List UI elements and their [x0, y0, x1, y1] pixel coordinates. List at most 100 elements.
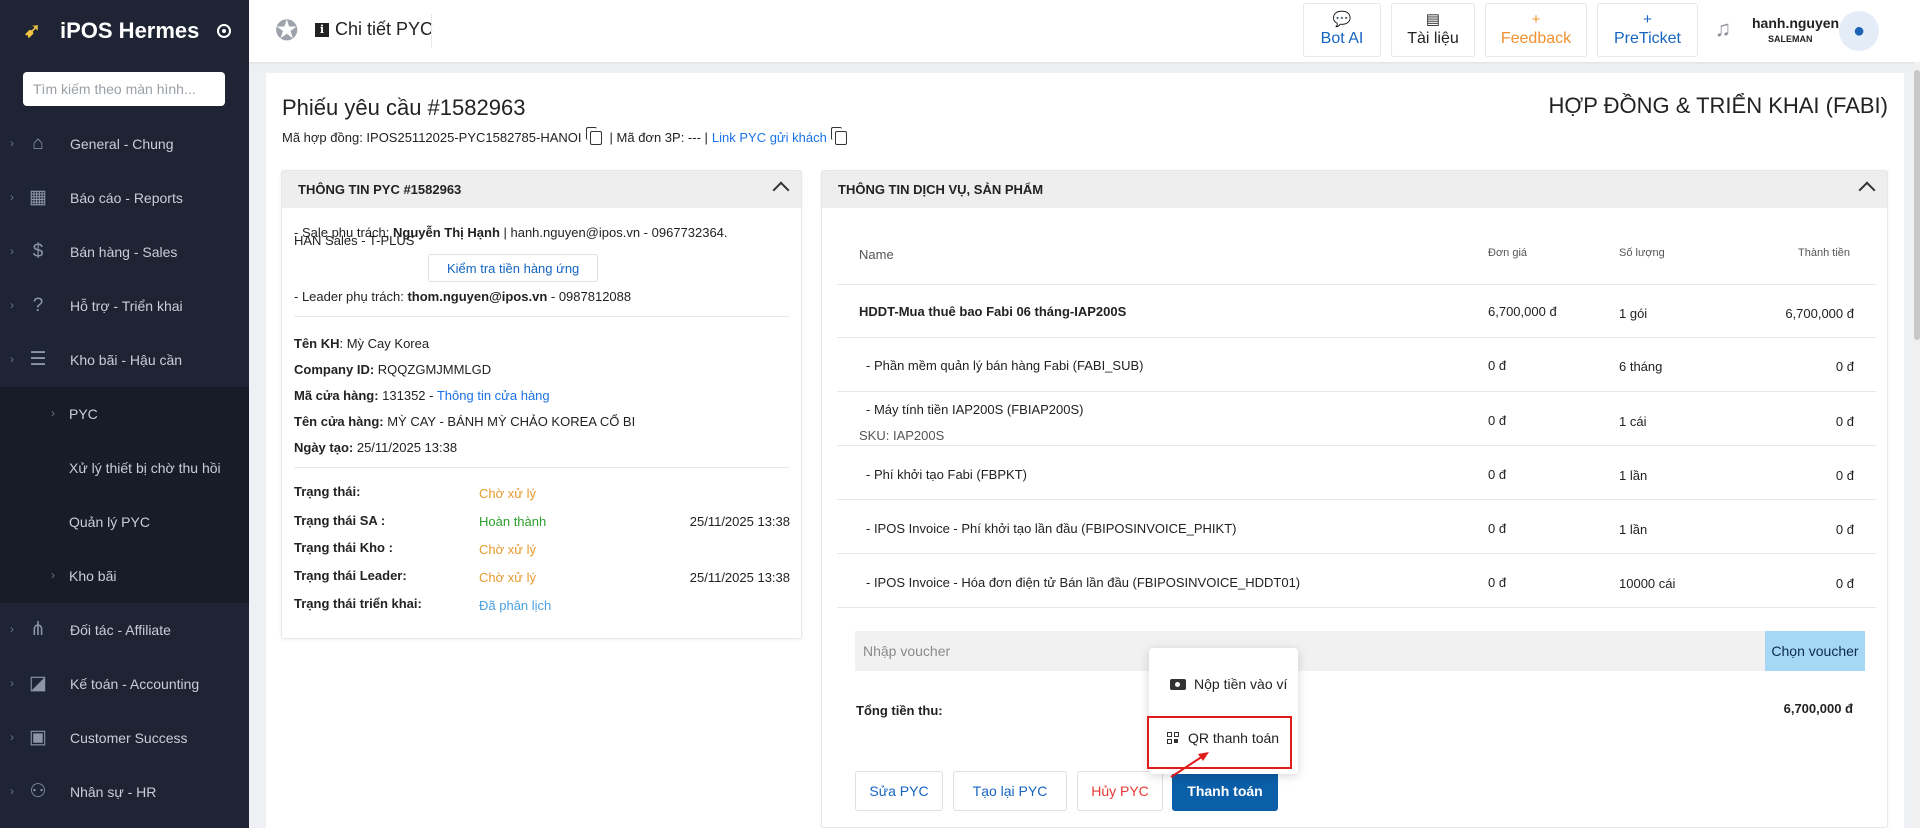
scrollbar[interactable]: [1914, 62, 1920, 828]
plus-icon: +: [1531, 11, 1541, 28]
sidebar-subitem-label: Kho bãi: [69, 568, 117, 584]
menu-item-wallet[interactable]: Nộp tiền vào ví: [1170, 676, 1287, 692]
preticket-button[interactable]: + PreTicket: [1597, 3, 1698, 57]
check-advance-button[interactable]: Kiểm tra tiền hàng ứng: [428, 254, 599, 282]
sidebar-item-sales[interactable]: › $ Bán hàng - Sales: [0, 225, 249, 279]
item-total: 0 đ: [1835, 576, 1854, 591]
item-total: 0 đ: [1835, 359, 1854, 374]
button-label: Chọn voucher: [1771, 643, 1859, 659]
chevron-up-icon[interactable]: [1858, 181, 1876, 199]
chevron-right-icon: ›: [10, 244, 14, 258]
accounting-icon: ◪: [29, 673, 47, 694]
recreate-pyc-button[interactable]: Tạo lại PYC: [953, 771, 1067, 811]
customer-link[interactable]: Link PYC gửi khách: [712, 130, 827, 145]
copy-icon[interactable]: [585, 126, 602, 145]
panel-header[interactable]: THÔNG TIN PYC #1582963: [282, 171, 801, 208]
sidebar-item-label: Kế toán - Accounting: [70, 676, 200, 692]
chevron-right-icon: ›: [10, 676, 14, 690]
chevron-down-icon: ›: [10, 352, 14, 366]
contact-icon: ▣: [29, 727, 47, 748]
info-icon: i: [315, 22, 329, 37]
sidebar-item-hr[interactable]: › ⚇ Nhân sự - HR: [0, 765, 249, 819]
plus-icon: +: [1643, 11, 1652, 28]
page-header-title: i Chi tiết PYC: [315, 19, 433, 40]
item-qty: 6 tháng: [1619, 359, 1663, 374]
cancel-pyc-button[interactable]: Hủy PYC: [1077, 771, 1163, 811]
edit-pyc-button[interactable]: Sửa PYC: [855, 771, 943, 811]
home-icon: ⌂: [32, 133, 44, 154]
voucher-input[interactable]: [855, 631, 1865, 671]
store-name: Tên cửa hàng: MỲ CAY - BÁNH MỲ CHẢO KORE…: [294, 414, 635, 429]
help-icon: ?: [32, 295, 44, 316]
panel-header[interactable]: THÔNG TIN DỊCH VỤ, SẢN PHẨM: [822, 171, 1887, 208]
field-value: RQQZGMJMMLGD: [374, 362, 492, 377]
item-name: - Phí khởi tạo Fabi (FBPKT): [866, 467, 1027, 482]
leader-prefix: - Leader phụ trách:: [294, 289, 408, 304]
item-qty: 1 cái: [1619, 414, 1647, 429]
chevron-right-icon: ›: [10, 190, 14, 204]
button-label: Hủy PYC: [1091, 783, 1149, 799]
chevron-right-icon: ›: [10, 784, 14, 798]
item-price: 0 đ: [1488, 413, 1507, 428]
avatar[interactable]: ●: [1839, 11, 1879, 51]
list-icon: ☰: [29, 349, 47, 370]
sidebar-item-label: Customer Success: [70, 730, 188, 746]
user-role: SALEMAN: [1768, 34, 1813, 44]
chart-icon: ▦: [29, 187, 47, 208]
col-header-price: Đơn giá: [1488, 247, 1528, 259]
sidebar-subitem-recall[interactable]: Xử lý thiết bị chờ thu hồi: [0, 441, 249, 495]
status-label: Trạng thái Kho :: [294, 540, 393, 555]
button-label: Tài liệu: [1407, 30, 1459, 47]
sidebar-item-support[interactable]: ›? Hỗ trợ - Triển khai: [0, 279, 249, 333]
copy-icon[interactable]: [830, 126, 847, 145]
sidebar-item-reports[interactable]: › ▦ Báo cáo - Reports: [0, 171, 249, 225]
pyc-info-panel: THÔNG TIN PYC #1582963 - Sale phụ trách:…: [281, 170, 802, 639]
menu-item-label: Nộp tiền vào ví: [1194, 676, 1288, 692]
status-badge: Chờ xử lý: [479, 486, 536, 501]
col-header-qty: Số lượng: [1619, 247, 1665, 259]
status-badge: Hoàn thành: [479, 514, 547, 529]
bell-icon[interactable]: ♫: [1710, 16, 1736, 46]
feedback-button[interactable]: + Feedback: [1485, 3, 1587, 57]
sidebar-item-affiliate[interactable]: › ⋔ Đối tác - Affiliate: [0, 603, 249, 657]
store-info-link[interactable]: Thông tin cửa hàng: [437, 388, 550, 403]
panel-title: THÔNG TIN PYC #1582963: [298, 182, 462, 197]
chevron-right-icon: ›: [10, 622, 14, 636]
sidebar-item-general[interactable]: › ⌂ General - Chung: [0, 117, 249, 171]
sidebar-item-accounting[interactable]: › ◪ Kế toán - Accounting: [0, 657, 249, 711]
sidebar-subitem-pyc[interactable]: › PYC: [0, 387, 249, 441]
sidebar-item-label: Nhân sự - HR: [70, 784, 157, 800]
brand[interactable]: ➹ iPOS Hermes: [24, 18, 232, 44]
user-name[interactable]: hanh.nguyen: [1752, 15, 1839, 31]
radio-toggle-icon[interactable]: [217, 24, 232, 38]
star-icon[interactable]: ✪: [275, 16, 305, 46]
status-label: Trạng thái Leader:: [294, 568, 407, 583]
bot-ai-button[interactable]: 💬 Bot AI: [1303, 3, 1381, 57]
sidebar-item-label: Bán hàng - Sales: [70, 244, 178, 260]
sidebar-subitem-label: PYC: [69, 406, 98, 422]
topbar: ✪ i Chi tiết PYC 💬 Bot AI ▤ Tài liệu + Feedb…: [249, 0, 1920, 62]
sidebar-item-customer-success[interactable]: › ▣ Customer Success: [0, 711, 249, 765]
total-value: 6,700,000 đ: [1783, 701, 1853, 716]
status-badge: Chờ xử lý: [479, 570, 536, 585]
book-icon: ▤: [1425, 11, 1441, 28]
choose-voucher-button[interactable]: Chọn voucher: [1765, 631, 1865, 671]
divider: [294, 316, 789, 317]
sidebar-item-warehouse[interactable]: › ☰ Kho bãi - Hậu cần: [0, 333, 249, 387]
contract-meta: Mã hợp đồng: IPOS25112025-PYC1582785-HAN…: [282, 126, 851, 145]
sidebar-subitem-warehouse[interactable]: › Kho bãi: [0, 549, 249, 603]
status-date: 25/11/2025 13:38: [689, 514, 790, 529]
sidebar-submenu: › PYC Xử lý thiết bị chờ thu hồi Quản lý …: [0, 387, 249, 603]
main-content: Phiếu yêu cầu #1582963 HỢP ĐỒNG & TRIỂN …: [266, 73, 1904, 828]
logo-icon: ➹: [24, 20, 41, 42]
scrollbar-thumb[interactable]: [1914, 70, 1920, 340]
item-price: 0 đ: [1488, 575, 1507, 590]
docs-button[interactable]: ▤ Tài liệu: [1391, 3, 1475, 57]
sidebar-subitem-manage[interactable]: Quản lý PYC: [0, 495, 249, 549]
sidebar-search-input[interactable]: [23, 72, 225, 106]
table-row: - IPOS Invoice - Phí khởi tạo lần đầu (F…: [837, 500, 1876, 554]
chevron-up-icon[interactable]: [772, 181, 790, 199]
field-label: Tên cửa hàng:: [294, 414, 384, 429]
sidebar-subitem-label: Quản lý PYC: [69, 514, 150, 530]
button-label: Thanh toán: [1187, 783, 1263, 799]
